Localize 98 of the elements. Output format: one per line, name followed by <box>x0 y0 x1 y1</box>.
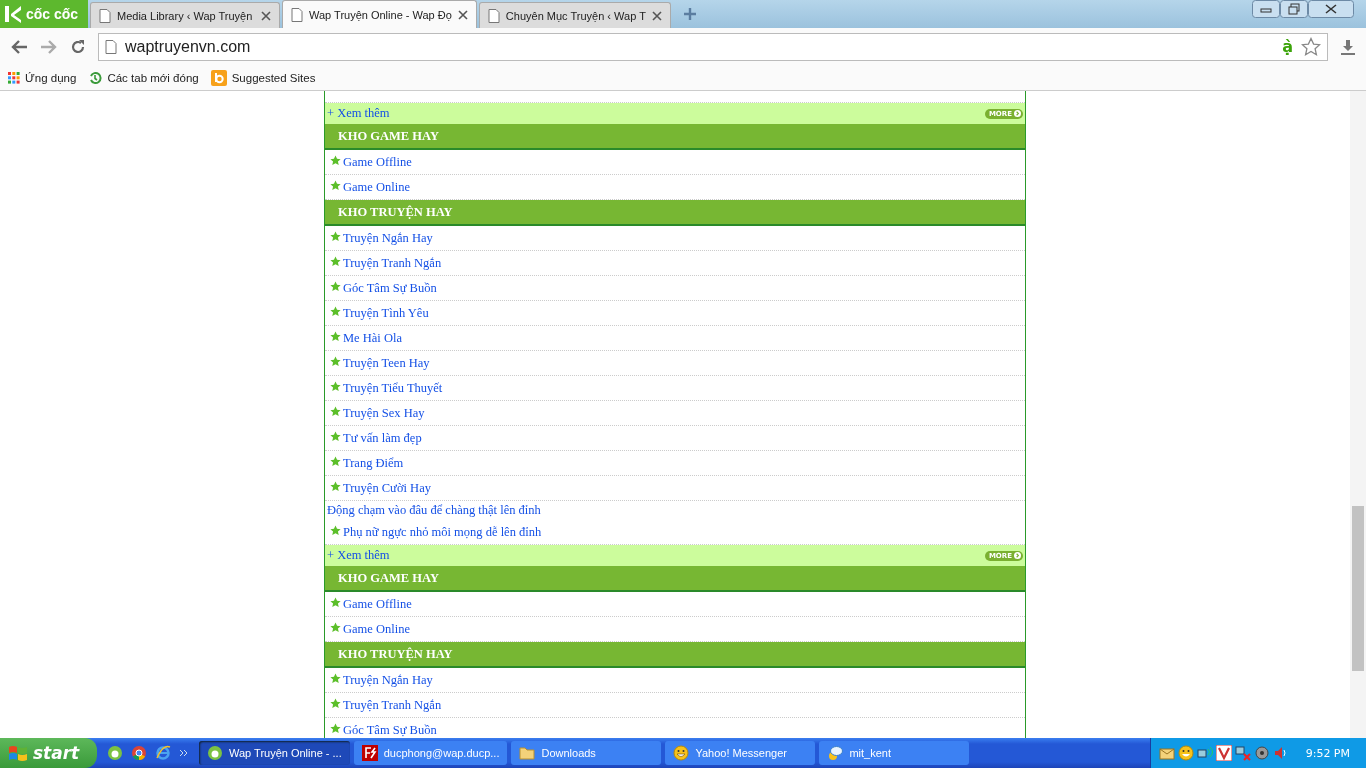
address-bar[interactable]: waptruyenvn.com ạ̀ <box>98 32 1328 61</box>
star-icon <box>330 622 341 633</box>
apps-grid-icon <box>8 71 20 84</box>
star-icon <box>330 180 341 191</box>
close-icon[interactable] <box>651 10 662 21</box>
bookmark-star-icon[interactable] <box>1301 36 1321 57</box>
page-icon <box>487 8 500 23</box>
category-link[interactable]: Truyện Tình Yêu <box>343 305 429 321</box>
star-icon <box>330 723 341 734</box>
category-link[interactable]: Truyện Ngắn Hay <box>343 672 433 688</box>
category-link[interactable]: Game Offline <box>343 154 412 170</box>
smiley-icon <box>673 745 690 761</box>
bookmark[interactable]: Suggested Sites <box>210 69 316 86</box>
ftp-client-icon <box>361 745 378 761</box>
chevron-icon[interactable] <box>179 749 189 757</box>
back-icon[interactable] <box>10 38 28 55</box>
maximize-icon[interactable] <box>1280 0 1308 18</box>
network-icon[interactable] <box>1196 745 1213 761</box>
taskbar-button[interactable]: ducphong@wap.ducp... <box>353 741 508 765</box>
new-tab-icon[interactable] <box>682 7 697 21</box>
category-link[interactable]: Truyện Tranh Ngắn <box>343 697 442 713</box>
download-icon[interactable] <box>1340 38 1356 55</box>
star-icon <box>330 306 341 317</box>
see-more-link[interactable]: + Xem thêm <box>327 106 390 121</box>
browser-icon[interactable] <box>107 745 123 761</box>
arrow-icon <box>1014 110 1021 117</box>
star-icon <box>330 281 341 292</box>
browser-icon <box>207 745 223 761</box>
star-icon <box>330 431 341 442</box>
bookmark[interactable]: Các tab mới đóng <box>88 70 199 85</box>
folder-icon <box>519 746 536 760</box>
forward-icon[interactable] <box>40 38 58 55</box>
browser-tab[interactable]: Wap Truyện Online - Wap Đọ <box>282 0 477 28</box>
category-link[interactable]: Truyện Cười Hay <box>343 480 431 496</box>
section-header: KHO TRUYỆN HAY <box>325 200 1025 226</box>
page-icon <box>99 8 111 23</box>
taskbar-button[interactable]: mit_kent <box>819 741 970 765</box>
category-link[interactable]: Góc Tâm Sự Buồn <box>343 280 437 296</box>
history-icon <box>88 70 103 85</box>
clock: 9:52 PM <box>1305 746 1350 760</box>
arrow-icon <box>1014 552 1021 559</box>
star-icon <box>330 406 341 417</box>
taskbar-button[interactable]: Yahoo! Messenger <box>665 741 816 765</box>
star-icon <box>330 597 341 608</box>
category-link[interactable]: Trang Điểm <box>343 455 404 471</box>
star-icon <box>330 673 341 684</box>
category-link[interactable]: Truyện Tiểu Thuyết <box>343 380 443 396</box>
internet-explorer-icon[interactable] <box>155 745 171 761</box>
see-more-link[interactable]: + Xem thêm <box>327 548 390 563</box>
section-header: KHO GAME HAY <box>325 124 1025 150</box>
category-link[interactable]: Truyện Sex Hay <box>343 405 425 421</box>
star-icon <box>330 356 341 367</box>
volume-icon[interactable] <box>1272 745 1289 761</box>
minimize-icon[interactable] <box>1252 0 1280 18</box>
category-link[interactable]: Game Online <box>343 179 410 195</box>
close-icon[interactable] <box>457 9 468 20</box>
star-icon <box>330 381 341 392</box>
star-icon <box>330 481 341 492</box>
star-icon <box>330 256 341 267</box>
browser-tab[interactable]: Media Library ‹ Wap Truyện <box>90 2 280 28</box>
category-link[interactable]: Truyện Teen Hay <box>343 355 430 371</box>
category-link[interactable]: Game Online <box>343 621 410 637</box>
mail-icon[interactable] <box>1158 746 1175 760</box>
category-link[interactable]: Truyện Ngắn Hay <box>343 230 433 246</box>
chrome-icon[interactable] <box>131 745 147 761</box>
category-link[interactable]: Góc Tâm Sự Buồn <box>343 722 437 738</box>
reload-icon[interactable] <box>70 38 86 55</box>
star-icon <box>330 155 341 166</box>
browser-tab[interactable]: Chuyên Mục Truyện ‹ Wap T <box>478 2 671 28</box>
bookmark[interactable]: Ứng dụng <box>8 71 77 84</box>
windows-logo-icon <box>8 744 28 762</box>
star-icon <box>330 456 341 467</box>
category-link[interactable]: Truyện Tranh Ngắn <box>343 255 442 271</box>
page-icon <box>105 39 117 54</box>
star-icon <box>330 331 341 342</box>
speaker-round-icon[interactable] <box>1253 745 1270 761</box>
article-link[interactable]: Động chạm vào đâu để chàng thật lên đỉnh <box>327 503 541 518</box>
star-icon <box>330 525 341 536</box>
taskbar-button[interactable]: Wap Truyện Online - ... <box>199 741 350 765</box>
logo-icon <box>3 4 23 24</box>
star-icon <box>330 231 341 242</box>
category-link[interactable]: Phụ nữ ngực nhỏ môi mọng dễ lên đỉnh <box>343 524 542 540</box>
antivirus-icon[interactable] <box>1215 745 1232 761</box>
chat-bubble-icon <box>827 745 844 761</box>
page-icon <box>291 7 303 22</box>
section-header: KHO TRUYỆN HAY <box>325 642 1025 668</box>
category-link[interactable]: Me Hài Ola <box>343 330 402 346</box>
category-link[interactable]: Game Offline <box>343 596 412 612</box>
star-icon <box>330 698 341 709</box>
close-icon[interactable] <box>1308 0 1354 18</box>
smiley-icon[interactable] <box>1177 745 1194 761</box>
close-icon[interactable] <box>261 10 271 21</box>
network-disconnected-icon[interactable] <box>1234 745 1251 761</box>
category-link[interactable]: Tư vấn làm đẹp <box>343 430 422 446</box>
bing-icon <box>210 69 227 86</box>
taskbar-button[interactable]: Downloads <box>511 741 662 765</box>
scrollbar[interactable] <box>1350 91 1366 738</box>
section-header: KHO GAME HAY <box>325 566 1025 592</box>
